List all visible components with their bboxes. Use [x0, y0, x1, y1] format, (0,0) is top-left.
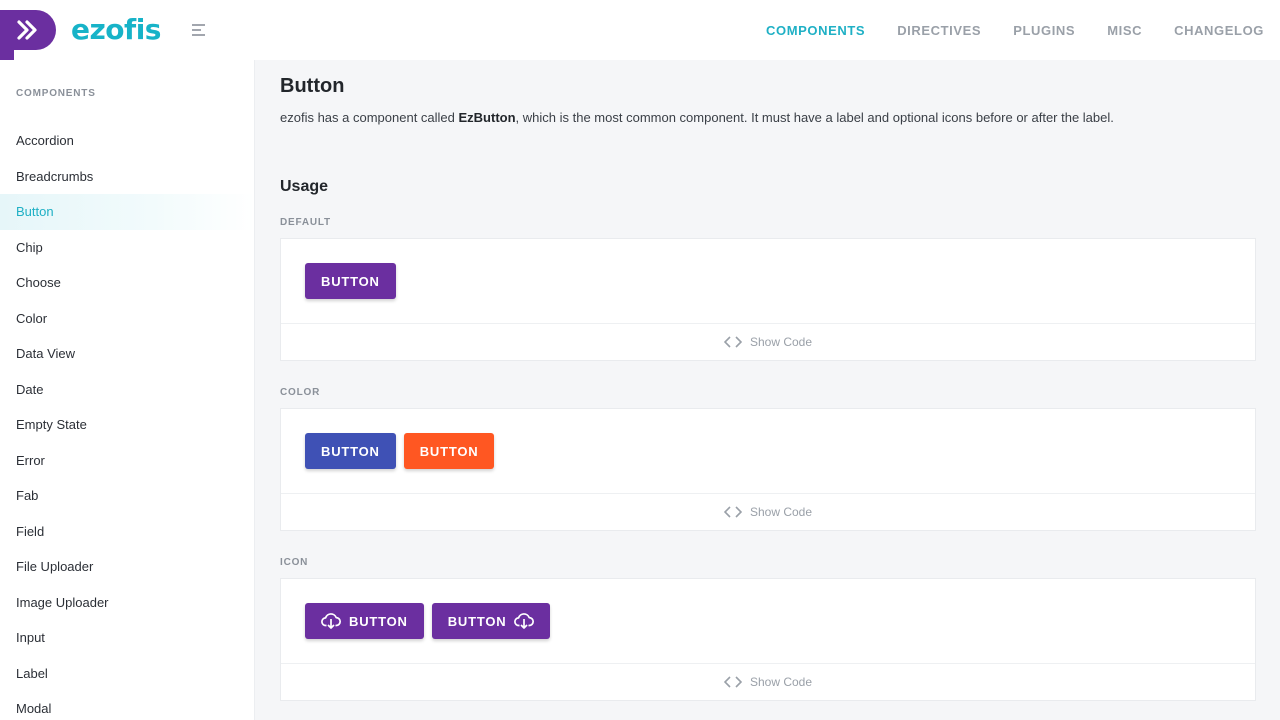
double-chevron-right-icon: [17, 20, 37, 40]
sidebar-item-accordion[interactable]: Accordion: [0, 123, 254, 159]
sidebar-item-image-uploader[interactable]: Image Uploader: [0, 585, 254, 621]
indigo-button[interactable]: BUTTON: [305, 433, 396, 469]
code-brackets-icon: [723, 336, 742, 348]
sidebar-item-file-uploader[interactable]: File Uploader: [0, 549, 254, 585]
logo-text[interactable]: ezofis: [71, 13, 161, 46]
sidebar-item-data-view[interactable]: Data View: [0, 336, 254, 372]
show-code-label: Show Code: [749, 505, 813, 519]
sidebar-item-breadcrumbs[interactable]: Breadcrumbs: [0, 159, 254, 195]
sidebar-heading: COMPONENTS: [16, 88, 96, 99]
sidebar-item-button[interactable]: Button: [0, 194, 254, 230]
logo-badge[interactable]: [0, 10, 56, 50]
nav-directives[interactable]: DIRECTIVES: [897, 23, 981, 38]
intro-text: ezofis has a component called EzButton, …: [280, 110, 1256, 125]
code-brackets-icon: [723, 676, 742, 688]
menu-lines-icon[interactable]: [191, 22, 207, 38]
nav-plugins[interactable]: PLUGINS: [1013, 23, 1075, 38]
section-label-default: DEFAULT: [280, 217, 331, 228]
icon-right-button-label: BUTTON: [447, 613, 507, 629]
page-title: Button: [280, 75, 345, 97]
sidebar-item-empty-state[interactable]: Empty State: [0, 407, 254, 443]
example-card-icon: BUTTON BUTTON Show Code: [280, 578, 1256, 701]
icon-right-button[interactable]: BUTTON: [431, 603, 551, 639]
default-button[interactable]: BUTTON: [305, 263, 396, 299]
example-preview: BUTTON: [281, 239, 1255, 324]
example-preview: BUTTON BUTTON: [281, 409, 1255, 494]
usage-heading: Usage: [280, 178, 329, 195]
code-brackets-icon: [723, 506, 742, 518]
sidebar-item-choose[interactable]: Choose: [0, 265, 254, 301]
intro-prefix: ezofis has a component called: [280, 110, 459, 125]
sidebar-item-field[interactable]: Field: [0, 514, 254, 550]
sidebar-item-modal[interactable]: Modal: [0, 691, 254, 720]
sidebar-item-error[interactable]: Error: [0, 443, 254, 479]
sidebar-item-date[interactable]: Date: [0, 372, 254, 408]
sidebar: COMPONENTS Accordion Breadcrumbs Button …: [0, 60, 255, 720]
intro-component-name: EzButton: [458, 110, 516, 125]
section-label-color: COLOR: [280, 387, 321, 398]
top-nav: COMPONENTS DIRECTIVES PLUGINS MISC CHANG…: [734, 0, 1264, 60]
section-label-icon: ICON: [280, 557, 309, 568]
example-card-default: BUTTON Show Code: [280, 238, 1256, 361]
nav-misc[interactable]: MISC: [1107, 23, 1142, 38]
icon-left-button[interactable]: BUTTON: [305, 603, 424, 639]
show-code-label: Show Code: [749, 675, 813, 689]
nav-changelog[interactable]: CHANGELOG: [1174, 23, 1264, 38]
sidebar-list: Accordion Breadcrumbs Button Chip Choose…: [0, 123, 254, 720]
example-card-color: BUTTON BUTTON Show Code: [280, 408, 1256, 531]
orange-button[interactable]: BUTTON: [403, 433, 495, 469]
top-header: ezofis COMPONENTS DIRECTIVES PLUGINS MIS…: [0, 0, 1280, 62]
icon-left-button-label: BUTTON: [349, 613, 408, 629]
intro-suffix: , which is the most common component. It…: [515, 110, 1114, 125]
cloud-download-icon: [321, 612, 341, 630]
show-code-label: Show Code: [749, 335, 813, 349]
show-code-toggle[interactable]: Show Code: [281, 494, 1255, 530]
sidebar-item-chip[interactable]: Chip: [0, 230, 254, 266]
nav-components[interactable]: COMPONENTS: [766, 23, 865, 38]
sidebar-item-label[interactable]: Label: [0, 656, 254, 692]
sidebar-item-input[interactable]: Input: [0, 620, 254, 656]
sidebar-item-color[interactable]: Color: [0, 301, 254, 337]
cloud-download-icon: [514, 612, 535, 630]
show-code-toggle[interactable]: Show Code: [281, 324, 1255, 360]
sidebar-item-fab[interactable]: Fab: [0, 478, 254, 514]
example-preview: BUTTON BUTTON: [281, 579, 1255, 664]
show-code-toggle[interactable]: Show Code: [281, 664, 1255, 700]
